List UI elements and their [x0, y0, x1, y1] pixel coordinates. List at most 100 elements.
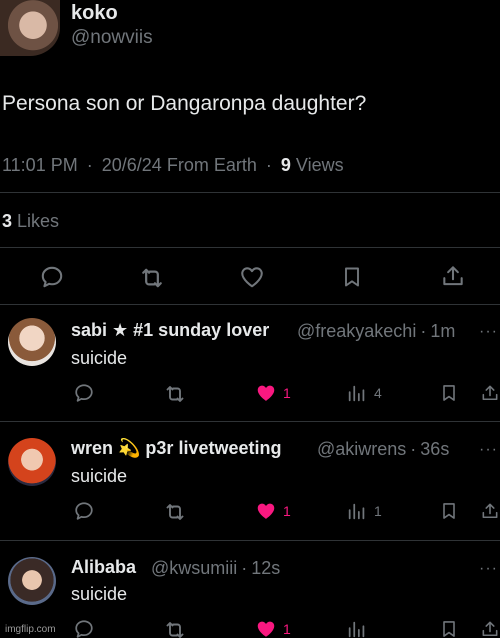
views-icon: [346, 618, 368, 638]
bookmark-icon: [439, 382, 459, 404]
like-count: 1: [283, 503, 291, 519]
bookmark-button[interactable]: [340, 264, 364, 290]
author-avatar[interactable]: [0, 0, 60, 56]
likes-label: Likes: [17, 211, 60, 231]
like-button[interactable]: 1: [255, 382, 291, 404]
heart-icon: [239, 264, 265, 290]
views-button[interactable]: [346, 618, 374, 638]
main-post: koko @nowviis Persona son or Dangaronpa …: [0, 0, 500, 305]
bookmark-icon: [340, 264, 364, 290]
retweet-icon: [163, 500, 187, 524]
more-icon[interactable]: ···: [479, 323, 498, 341]
divider: [0, 247, 500, 248]
retweet-icon: [163, 618, 187, 638]
reply-avatar[interactable]: [8, 438, 56, 486]
meta-separator: ·: [410, 439, 417, 459]
share-icon: [480, 500, 500, 522]
author-handle[interactable]: @nowviis: [71, 27, 153, 49]
reply-button[interactable]: [73, 618, 95, 638]
reply-time: 1m: [430, 321, 456, 341]
retweet-button[interactable]: [163, 500, 187, 524]
reply-action-bar: 1 1: [0, 500, 500, 528]
bookmark-button[interactable]: [439, 500, 459, 522]
reply-handle[interactable]: @freakyakechi: [297, 321, 416, 341]
views-label: Views: [295, 155, 344, 175]
likes-count: 3: [2, 211, 13, 231]
post-source: From Earth: [166, 155, 257, 175]
reply-display-name[interactable]: Alibaba: [71, 557, 136, 578]
reply-display-name[interactable]: wren 💫 p3r livetweeting: [71, 438, 281, 459]
reply-handle-time[interactable]: @kwsumiii · 12s: [151, 558, 280, 579]
post-time[interactable]: 11:01 PM: [2, 155, 78, 175]
reply-text: suicide: [71, 584, 128, 604]
bookmark-button[interactable]: [439, 618, 459, 638]
heart-icon: [255, 618, 277, 638]
watermark: imgflip.com: [5, 624, 56, 635]
bookmark-icon: [439, 618, 459, 638]
reply-text: suicide: [71, 466, 128, 486]
reply-action-bar: 1: [0, 618, 500, 638]
heart-icon: [255, 500, 277, 522]
share-button[interactable]: [480, 500, 500, 522]
reply-display-name[interactable]: sabi ★ #1 sunday lover: [71, 320, 269, 341]
bookmark-button[interactable]: [439, 382, 459, 404]
share-button[interactable]: [440, 263, 466, 289]
share-icon: [480, 382, 500, 404]
reply-icon: [73, 382, 95, 404]
share-icon: [440, 263, 466, 289]
post-meta: 11:01 PM · 20/6/24 From Earth · 9 Views: [2, 155, 344, 176]
reply-button[interactable]: [73, 382, 95, 404]
reply-avatar[interactable]: [8, 557, 56, 605]
more-icon[interactable]: ···: [479, 441, 498, 459]
meta-separator: ·: [265, 155, 272, 175]
post-action-bar: [0, 258, 500, 298]
likes-summary[interactable]: 3 Likes: [2, 211, 59, 232]
reply-button[interactable]: [39, 264, 65, 290]
heart-icon: [255, 382, 277, 404]
reply-avatar[interactable]: [8, 318, 56, 366]
like-count: 1: [283, 621, 291, 637]
reply-text: suicide: [71, 348, 128, 368]
reply-handle-time[interactable]: @akiwrens · 36s: [317, 439, 449, 460]
reply-item[interactable]: wren 💫 p3r livetweeting @akiwrens · 36s ··…: [0, 422, 500, 538]
retweet-button[interactable]: [138, 264, 166, 292]
retweet-icon: [163, 382, 187, 406]
view-count: 4: [374, 385, 382, 401]
retweet-icon: [138, 264, 166, 292]
reply-button[interactable]: [73, 500, 95, 522]
reply-time: 12s: [251, 558, 281, 578]
reply-handle-time[interactable]: @freakyakechi · 1m: [297, 321, 455, 342]
reply-action-bar: 1 4: [0, 382, 500, 410]
reply-time: 36s: [420, 439, 450, 459]
reply-handle[interactable]: @akiwrens: [317, 439, 406, 459]
meta-separator: ·: [86, 155, 93, 175]
meta-separator: ·: [241, 558, 248, 578]
views-icon: [346, 382, 368, 404]
retweet-button[interactable]: [163, 382, 187, 406]
post-text: Persona son or Dangaronpa daughter?: [2, 92, 367, 115]
like-button[interactable]: [239, 264, 265, 290]
reply-icon: [73, 500, 95, 522]
views-button[interactable]: 4: [346, 382, 382, 404]
like-count: 1: [283, 385, 291, 401]
reply-item[interactable]: sabi ★ #1 sunday lover @freakyakechi · 1m …: [0, 305, 500, 410]
reply-icon: [39, 264, 65, 290]
like-button[interactable]: 1: [255, 618, 291, 638]
bookmark-icon: [439, 500, 459, 522]
like-button[interactable]: 1: [255, 500, 291, 522]
divider: [0, 192, 500, 193]
share-button[interactable]: [480, 382, 500, 404]
view-count: 1: [374, 503, 382, 519]
post-date[interactable]: 20/6/24: [102, 155, 162, 175]
meta-separator: ·: [420, 321, 427, 341]
views-count: 9: [280, 155, 291, 175]
share-button[interactable]: [480, 618, 500, 638]
author-display-name[interactable]: koko: [71, 2, 118, 25]
retweet-button[interactable]: [163, 618, 187, 638]
views-button[interactable]: 1: [346, 500, 382, 522]
views-icon: [346, 500, 368, 522]
more-icon[interactable]: ···: [479, 560, 498, 578]
reply-item[interactable]: Alibaba @kwsumiii · 12s ··· suicide 1: [0, 541, 500, 638]
reply-icon: [73, 618, 95, 638]
reply-handle[interactable]: @kwsumiii: [151, 558, 237, 578]
